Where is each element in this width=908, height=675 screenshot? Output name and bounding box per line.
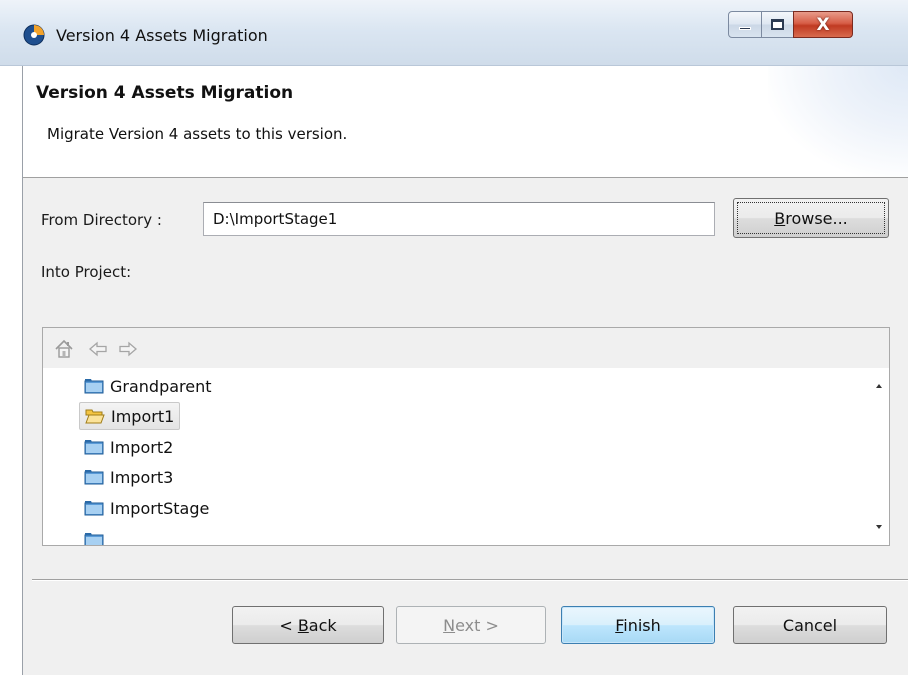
finish-label: Finish [615, 615, 661, 635]
window-border [22, 66, 23, 675]
folder-closed-icon [84, 470, 104, 485]
close-button[interactable]: X [793, 11, 853, 38]
maximize-icon [771, 19, 784, 30]
folder-open-icon [85, 409, 105, 424]
app-icon [23, 24, 45, 46]
next-label: Next > [443, 615, 499, 635]
scroll-up-icon[interactable] [873, 381, 885, 391]
tree-item-import2[interactable]: Import2 [79, 433, 178, 461]
tree-item-label: ImportStage [110, 498, 210, 518]
page-description: Migrate Version 4 assets to this version… [47, 125, 348, 143]
maximize-button[interactable] [761, 11, 794, 38]
browse-button[interactable]: Browse... [733, 198, 889, 238]
banner-decoration [768, 66, 908, 177]
close-icon: X [816, 14, 830, 35]
folder-closed-icon [84, 440, 104, 455]
page-title: Version 4 Assets Migration [36, 83, 294, 103]
tree-item-partial[interactable] [79, 526, 115, 545]
button-bar-separator [32, 579, 908, 581]
window-title-bar[interactable]: Version 4 Assets Migration X [0, 0, 908, 66]
into-project-label: Into Project: [41, 263, 132, 281]
scroll-down-icon[interactable] [873, 522, 885, 532]
tree-toolbar [43, 328, 889, 368]
back-button[interactable]: < Back [232, 606, 384, 644]
wizard-banner: Version 4 Assets Migration Migrate Versi… [22, 66, 908, 178]
folder-closed-icon [84, 501, 104, 516]
tree-scrollbar[interactable] [869, 368, 889, 545]
project-tree-panel: Grandparent Import1 Import2 Import3 Impo… [42, 327, 890, 546]
tree-item-label: Import3 [110, 467, 174, 487]
from-directory-input[interactable] [203, 202, 715, 236]
from-directory-label: From Directory : [41, 211, 162, 229]
back-label: < Back [279, 615, 337, 635]
window-title: Version 4 Assets Migration [56, 26, 268, 45]
tree-item-import3[interactable]: Import3 [79, 463, 178, 491]
tree-item-label: Import1 [111, 406, 175, 426]
focus-ring [737, 202, 885, 234]
cancel-label: Cancel [782, 615, 838, 635]
folder-closed-icon [84, 533, 104, 545]
tree-item-grandparent[interactable]: Grandparent [79, 372, 217, 400]
minimize-icon [739, 27, 751, 30]
next-button[interactable]: Next > [396, 606, 546, 644]
cancel-button[interactable]: Cancel [733, 606, 887, 644]
finish-button[interactable]: Finish [561, 606, 715, 644]
home-icon[interactable] [53, 338, 75, 360]
forward-arrow-icon[interactable] [117, 338, 139, 360]
project-tree[interactable]: Grandparent Import1 Import2 Import3 Impo… [43, 368, 869, 545]
tree-item-label: Import2 [110, 437, 174, 457]
minimize-button[interactable] [728, 11, 762, 38]
back-arrow-icon[interactable] [87, 338, 109, 360]
folder-closed-icon [84, 379, 104, 394]
tree-item-importstage[interactable]: ImportStage [79, 494, 214, 522]
tree-item-label: Grandparent [110, 376, 212, 396]
tree-item-import1[interactable]: Import1 [79, 402, 181, 430]
